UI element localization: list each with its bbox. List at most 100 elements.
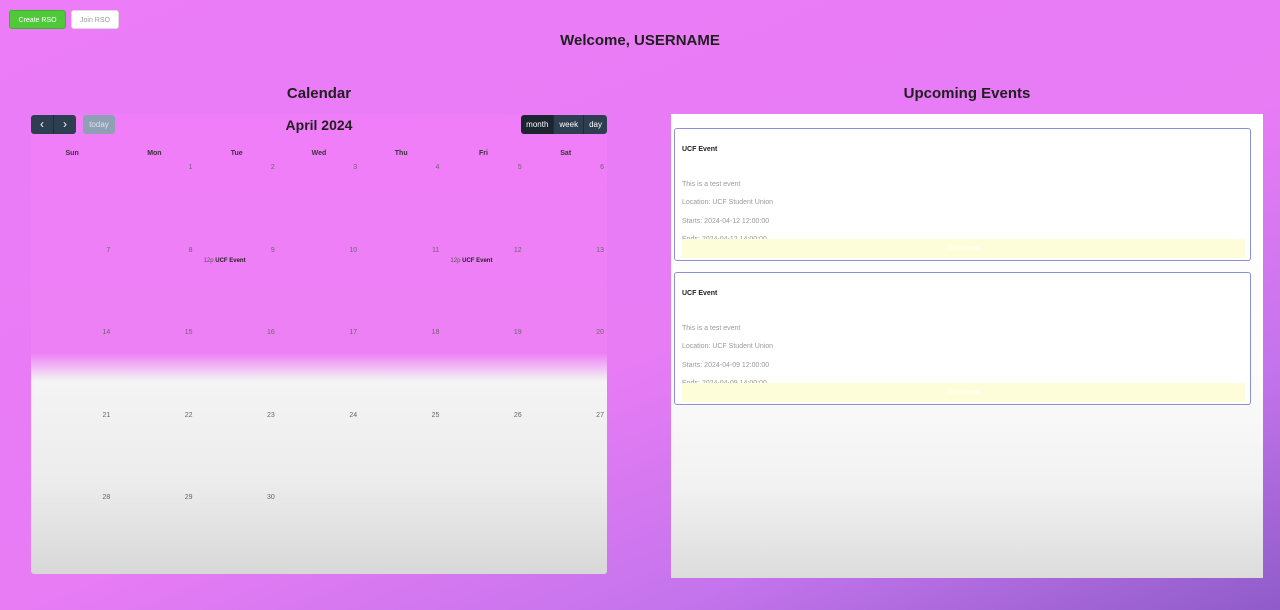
calendar-day-cell[interactable]: 9 12p UCF Event [196,245,278,328]
day-number: 10 [349,246,358,254]
join-rso-button[interactable]: Join RSO [71,10,119,29]
calendar-day-cell[interactable]: 2 [196,162,278,245]
join-event-button[interactable]: Join Event [682,383,1245,402]
week-view-button[interactable]: week [553,115,584,134]
calendar-day-cell[interactable] [442,492,524,574]
day-number: 3 [353,164,358,171]
calendar-day-cell[interactable]: 12 12p UCF Event [442,245,524,328]
day-number: 5 [517,164,522,171]
event-start: Starts: 2024-04-12 12:00:00 [682,218,770,225]
event-location: Location: UCF Student Union [682,343,774,350]
event-start: Starts: 2024-04-09 12:00:00 [682,362,770,369]
day-number: 21 [102,411,111,419]
create-rso-button[interactable]: Create RSO [9,10,66,29]
event-time: 12p [203,257,214,264]
calendar-day-cell[interactable]: 15 [113,327,195,410]
event-location: Location: UCF Student Union [682,199,774,206]
event-description: This is a test event [682,181,741,188]
day-number: 20 [596,329,604,336]
weekday-label: Sun [65,150,79,157]
day-view-button[interactable]: day [583,115,607,134]
day-number: 1 [188,164,193,171]
calendar-event[interactable]: 12p UCF Event [450,258,492,264]
calendar-day-cell[interactable]: 26 [442,410,524,493]
event-title: UCF Event [462,257,493,264]
calendar-day-cell[interactable]: 8 [113,245,195,328]
event-card: UCF Event This is a test event Location:… [674,128,1251,261]
event-title: UCF Event [215,257,246,264]
weekday-label: Thu [394,150,408,157]
calendar-day-cell[interactable]: 16 [196,327,278,410]
calendar-day-cell[interactable]: 30 [196,492,278,574]
calendar-day-cell[interactable] [360,492,442,574]
calendar-day-cell[interactable]: 6 [525,162,607,245]
calendar-event[interactable]: 12p UCF Event [204,258,246,264]
calendar-week-row: 7 8 9 12p UCF Event 10 11 12 12p UCF Event 13 [31,245,607,328]
day-number: 19 [513,329,522,336]
calendar-grid: 1 2 3 4 5 6 7 8 9 12p UCF Event 10 11 12 12p UCF Even… [31,162,607,574]
calendar-day-cell[interactable]: 17 [278,327,360,410]
event-time: 12p [450,257,461,264]
day-number: 29 [184,494,193,501]
day-number: 17 [349,329,358,336]
upcoming-events-title: Upcoming Events [903,85,1031,102]
event-title: UCF Event [682,146,718,153]
day-number: 14 [102,329,111,336]
day-number: 26 [513,411,522,419]
weekday-header: Sun Mon Tue Wed Thu Fri Sat [31,150,607,160]
day-number: 9 [270,246,275,254]
day-number: 8 [188,246,193,254]
month-view-button[interactable]: month [521,115,554,134]
day-number: 2 [270,164,275,171]
weekday-label: Tue [230,150,243,157]
calendar-day-cell[interactable] [278,492,360,574]
calendar: ‹ › today April 2024 month week day Sun M… [31,114,607,574]
day-number: 16 [267,329,275,336]
calendar-day-cell[interactable] [31,162,113,245]
calendar-day-cell[interactable]: 22 [113,410,195,493]
calendar-day-cell[interactable]: 13 [525,245,607,328]
calendar-day-cell[interactable]: 24 [278,410,360,493]
weekday-label: Wed [311,150,327,157]
day-number: 24 [349,411,358,419]
day-number: 11 [432,246,440,254]
calendar-day-cell[interactable]: 21 [31,410,113,493]
calendar-day-cell[interactable]: 23 [196,410,278,493]
day-number: 15 [184,329,193,336]
calendar-week-row: 14 15 16 17 18 19 20 [31,327,607,410]
calendar-day-cell[interactable]: 3 [278,162,360,245]
calendar-week-row: 1 2 3 4 5 6 [31,162,607,245]
calendar-day-cell[interactable]: 18 [360,327,442,410]
day-number: 23 [267,411,275,419]
day-number: 18 [431,329,440,336]
day-number: 7 [106,246,111,254]
calendar-day-cell[interactable]: 29 [113,492,195,574]
calendar-day-cell[interactable]: 14 [31,327,113,410]
calendar-day-cell[interactable]: 27 [525,410,607,493]
calendar-day-cell[interactable]: 19 [442,327,524,410]
calendar-day-cell[interactable]: 1 [113,162,195,245]
calendar-day-cell[interactable]: 28 [31,492,113,574]
calendar-week-row: 21 22 23 24 25 26 27 [31,410,607,493]
day-number: 27 [596,411,604,419]
upcoming-events-panel: UCF Event This is a test event Location:… [671,114,1263,578]
day-number: 12 [513,246,522,254]
calendar-day-cell[interactable]: 11 [360,245,442,328]
day-number: 4 [435,164,440,171]
calendar-day-cell[interactable] [525,492,607,574]
calendar-day-cell[interactable]: 5 [442,162,524,245]
day-number: 28 [102,494,111,501]
calendar-day-cell[interactable]: 25 [360,410,442,493]
day-number: 25 [431,411,440,419]
calendar-day-cell[interactable]: 10 [278,245,360,328]
calendar-day-cell[interactable]: 20 [525,327,607,410]
calendar-day-cell[interactable]: 7 [31,245,113,328]
view-switcher: month week day [521,115,607,134]
join-event-button[interactable]: Join Event [682,239,1245,258]
event-description: This is a test event [682,325,741,332]
event-title: UCF Event [682,290,718,297]
event-card: UCF Event This is a test event Location:… [674,272,1251,405]
weekday-label: Sat [560,150,572,157]
day-number: 30 [267,494,275,501]
calendar-day-cell[interactable]: 4 [360,162,442,245]
